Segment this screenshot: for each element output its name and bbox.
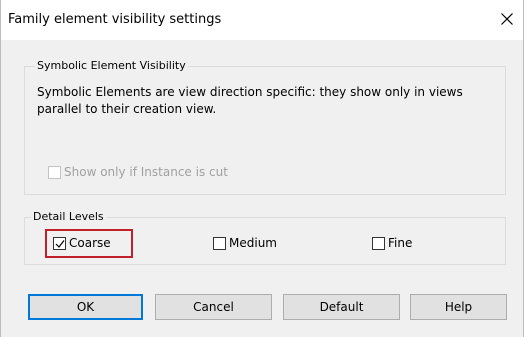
ok-button[interactable]: OK (28, 294, 143, 320)
title-bar: Family element visibility settings (1, 0, 523, 40)
detail-levels-label: Detail Levels (31, 210, 106, 223)
visibility-settings-dialog: Family element visibility settings Symbo… (0, 0, 524, 337)
help-button[interactable]: Help (410, 294, 507, 320)
description-line-1: Symbolic Elements are view direction spe… (37, 85, 463, 99)
fine-box (372, 236, 385, 250)
show-if-cut-box (48, 165, 61, 179)
close-icon (501, 13, 513, 25)
coarse-highlight-box (45, 229, 133, 258)
medium-label: Medium (229, 236, 277, 250)
medium-checkbox[interactable]: Medium (213, 235, 277, 251)
close-button[interactable] (495, 6, 519, 32)
dialog-title: Family element visibility settings (8, 12, 222, 27)
cancel-button[interactable]: Cancel (155, 294, 272, 320)
show-if-cut-checkbox[interactable]: Show only if Instance is cut (48, 164, 228, 180)
symbolic-description: Symbolic Elements are view direction spe… (37, 84, 497, 118)
description-line-2: parallel to their creation view. (37, 102, 217, 116)
show-if-cut-label: Show only if Instance is cut (64, 165, 228, 179)
fine-label: Fine (388, 236, 413, 250)
symbolic-group-label: Symbolic Element Visibility (35, 59, 188, 72)
default-button[interactable]: Default (283, 294, 400, 320)
fine-checkbox[interactable]: Fine (372, 235, 412, 251)
medium-box (213, 236, 226, 250)
